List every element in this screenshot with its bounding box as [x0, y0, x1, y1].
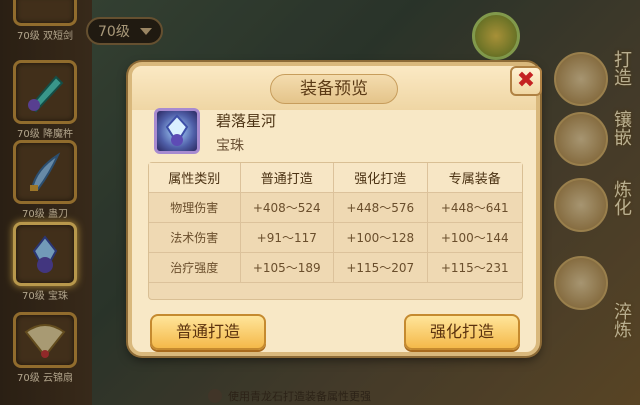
- table-cell: +115～207: [334, 253, 428, 282]
- table-cell: +91～117: [241, 223, 335, 252]
- close-button[interactable]: ✖: [510, 66, 542, 96]
- equipment-preview-dialog: 装备预览 ✖ 碧落星河 宝珠 属性类别 普通打造 强化打造 专属装备 物理伤害 …: [128, 62, 542, 356]
- table-cell: 治疗强度: [149, 253, 241, 282]
- column-header: 专属装备: [448, 172, 501, 187]
- column-header: 强化打造: [334, 163, 428, 192]
- column-header: 普通打造: [241, 163, 335, 192]
- normal-craft-button[interactable]: 普通打造: [150, 314, 266, 350]
- item-name: 碧落星河: [216, 112, 277, 130]
- stat-table: 属性类别 普通打造 强化打造 专属装备 物理伤害 +408～524 +448～5…: [148, 162, 523, 300]
- dialog-title: 装备预览: [270, 74, 398, 104]
- enhanced-craft-button[interactable]: 强化打造: [404, 314, 520, 350]
- item-type: 宝珠: [216, 138, 244, 154]
- table-cell: 物理伤害: [149, 193, 241, 222]
- table-cell: +408～524: [241, 193, 335, 222]
- table-cell: +448～576: [334, 193, 428, 222]
- column-header: 属性类别: [149, 163, 241, 192]
- table-row: 物理伤害 +408～524 +448～576 +448～641: [149, 193, 522, 223]
- table-cell: +115～231: [440, 261, 509, 275]
- table-row: 法术伤害 +91～117 +100～128 +100～144: [149, 223, 522, 253]
- table-cell: 法术伤害: [149, 223, 241, 252]
- orb-icon: [154, 108, 200, 154]
- table-row: 治疗强度 +105～189 +115～207 +115～231: [149, 253, 522, 283]
- table-cell: +448～641: [440, 201, 509, 215]
- table-cell: +100～144: [440, 231, 509, 245]
- table-cell: +105～189: [241, 253, 335, 282]
- table-cell: +100～128: [334, 223, 428, 252]
- table-header-row: 属性类别 普通打造 强化打造 专属装备: [149, 163, 522, 193]
